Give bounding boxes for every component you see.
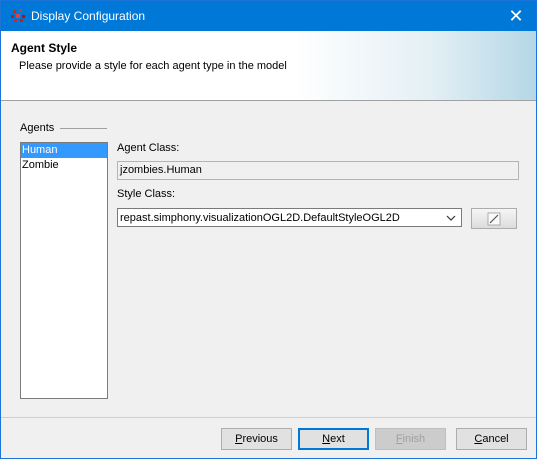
- style-class-label: Style Class:: [117, 188, 176, 200]
- chevron-down-icon: [446, 215, 456, 221]
- wizard-header: Agent Style Please provide a style for e…: [1, 31, 536, 101]
- display-configuration-dialog: Display Configuration ✕ Agent Style Plea…: [0, 0, 537, 459]
- pencil-edit-icon: [487, 212, 501, 226]
- step-description: Please provide a style for each agent ty…: [19, 60, 287, 72]
- style-class-value: repast.simphony.visualizationOGL2D.Defau…: [120, 212, 400, 224]
- agents-group-label: Agents: [20, 122, 55, 134]
- style-class-dropdown[interactable]: repast.simphony.visualizationOGL2D.Defau…: [117, 208, 462, 227]
- list-item-human[interactable]: Human: [21, 143, 107, 158]
- window-title: Display Configuration: [31, 9, 146, 23]
- list-item-zombie[interactable]: Zombie: [21, 158, 107, 173]
- step-title: Agent Style: [11, 41, 78, 55]
- title-bar[interactable]: Display Configuration ✕: [1, 1, 536, 31]
- app-logo-icon: [11, 9, 25, 22]
- agents-list[interactable]: Human Zombie: [20, 142, 108, 399]
- previous-button[interactable]: Previous: [221, 428, 292, 450]
- edit-style-button[interactable]: [471, 208, 517, 229]
- close-icon: ✕: [508, 6, 524, 26]
- agent-class-label: Agent Class:: [117, 142, 180, 154]
- agents-group-divider: [60, 128, 107, 129]
- finish-button: Finish: [375, 428, 446, 450]
- next-button[interactable]: Next: [298, 428, 369, 450]
- footer-divider: [1, 417, 536, 418]
- close-button[interactable]: ✕: [496, 1, 536, 31]
- agent-class-field: jzombies.Human: [117, 161, 519, 180]
- cancel-button[interactable]: Cancel: [456, 428, 527, 450]
